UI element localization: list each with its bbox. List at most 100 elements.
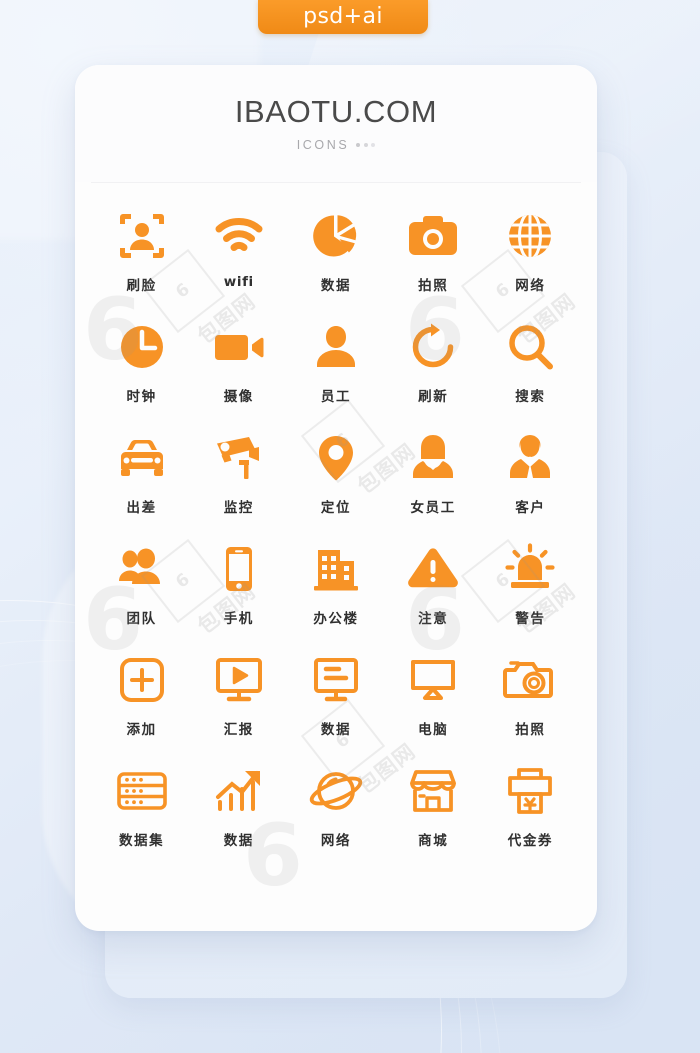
car-icon[interactable] [114, 429, 170, 487]
growth-chart-icon[interactable] [211, 762, 267, 820]
voucher-print-icon[interactable] [502, 762, 558, 820]
icon-cell[interactable]: wifi [190, 207, 287, 318]
icon-cell[interactable]: 刷脸 [93, 207, 190, 318]
icon-cell[interactable]: 汇报 [190, 651, 287, 762]
alarm-light-icon[interactable] [502, 540, 558, 598]
icon-label: 数据 [223, 833, 254, 849]
cctv-camera-icon[interactable] [211, 429, 267, 487]
psd-ai-badge-label: psd+ai [303, 4, 383, 29]
icon-label: 女员工 [410, 500, 456, 516]
icon-cell[interactable]: 出差 [93, 429, 190, 540]
icon-label: 拍照 [515, 722, 546, 738]
icon-label: 添加 [126, 722, 157, 738]
team-icon[interactable] [114, 540, 170, 598]
pie-chart-icon[interactable] [308, 207, 364, 265]
icon-label: 出差 [126, 500, 157, 516]
screenshot-root: 6 6 6 6 psd+ai IBAOTU.COM ICONS [0, 0, 700, 1053]
camera-solid-icon[interactable] [405, 207, 461, 265]
office-building-icon[interactable] [308, 540, 364, 598]
icon-cell[interactable]: 网络 [287, 762, 384, 873]
icon-cell[interactable]: 代金券 [482, 762, 579, 873]
icon-cell[interactable]: 监控 [190, 429, 287, 540]
icon-cell[interactable]: 电脑 [385, 651, 482, 762]
subtitle-dots-icon [356, 142, 376, 147]
icon-label: 代金券 [507, 833, 554, 849]
icon-label: 网络 [515, 278, 546, 294]
icon-cell[interactable]: 团队 [93, 540, 190, 651]
icon-label: 电脑 [418, 722, 449, 738]
card-header: IBAOTU.COM ICONS [75, 65, 597, 182]
icon-cell[interactable]: 客户 [482, 429, 579, 540]
icon-label: 办公楼 [313, 611, 359, 627]
database-stack-icon[interactable] [114, 762, 170, 820]
icon-cell[interactable]: 拍照 [385, 207, 482, 318]
icon-label: 摄像 [223, 389, 254, 405]
icon-label: 刷新 [418, 389, 449, 405]
face-scan-icon[interactable] [114, 207, 170, 265]
search-icon[interactable] [502, 318, 558, 376]
employee-icon[interactable] [308, 318, 364, 376]
monitor-data-icon[interactable] [308, 651, 364, 709]
video-camera-icon[interactable] [211, 318, 267, 376]
icon-cell[interactable]: 女员工 [385, 429, 482, 540]
icon-label: 刷脸 [126, 278, 157, 294]
icon-label: 警告 [515, 611, 546, 627]
planet-icon[interactable] [308, 762, 364, 820]
icon-cell[interactable]: 商城 [385, 762, 482, 873]
icon-label: 数据 [320, 278, 352, 294]
icon-label: 客户 [515, 500, 546, 516]
location-pin-icon[interactable] [308, 429, 364, 487]
mobile-phone-icon[interactable] [211, 540, 267, 598]
icon-cell[interactable]: 时钟 [93, 318, 190, 429]
icon-cell[interactable]: 数据 [287, 207, 384, 318]
refresh-icon[interactable] [405, 318, 461, 376]
client-suit-icon[interactable] [502, 429, 558, 487]
icon-cell[interactable]: 注意 [385, 540, 482, 651]
icon-cell[interactable]: 摄像 [190, 318, 287, 429]
icon-label: 监控 [223, 500, 254, 516]
icon-label: 搜索 [515, 389, 546, 405]
icon-cell[interactable]: 搜索 [482, 318, 579, 429]
icon-label: 员工 [320, 389, 352, 405]
icon-label: 数据集 [118, 833, 165, 849]
icon-cell[interactable]: 警告 [482, 540, 579, 651]
icon-cell[interactable]: 办公楼 [287, 540, 384, 651]
card-subtitle: ICONS [296, 137, 350, 152]
icon-label: 手机 [223, 611, 254, 627]
icon-label: 拍照 [418, 278, 449, 294]
subtitle-row: ICONS [297, 138, 376, 152]
psd-ai-badge: psd+ai [258, 0, 428, 34]
icon-label: 时钟 [126, 389, 157, 405]
store-shop-icon[interactable] [405, 762, 461, 820]
icon-set-card: IBAOTU.COM ICONS 刷脸 wifi 数据 拍照 网络 时钟 摄像 … [75, 65, 597, 931]
icon-label: 团队 [126, 611, 157, 627]
female-employee-icon[interactable] [405, 429, 461, 487]
icon-cell[interactable]: 添加 [93, 651, 190, 762]
icon-cell[interactable]: 拍照 [482, 651, 579, 762]
add-plus-icon[interactable] [114, 651, 170, 709]
icon-label: 注意 [418, 611, 449, 627]
icon-cell[interactable]: 手机 [190, 540, 287, 651]
icon-label: wifi [223, 274, 254, 290]
icon-cell[interactable]: 刷新 [385, 318, 482, 429]
icon-cell[interactable]: 员工 [287, 318, 384, 429]
camera-outline-icon[interactable] [502, 651, 558, 709]
icon-cell[interactable]: 数据 [190, 762, 287, 873]
warning-triangle-icon[interactable] [405, 540, 461, 598]
page-title: IBAOTU.COM [234, 93, 438, 129]
wifi-icon[interactable] [211, 207, 267, 265]
icon-cell[interactable]: 定位 [287, 429, 384, 540]
icon-grid: 刷脸 wifi 数据 拍照 网络 时钟 摄像 员工 刷新 搜索 出差 监控 定位… [75, 183, 597, 873]
globe-grid-icon[interactable] [502, 207, 558, 265]
icon-label: 定位 [320, 500, 352, 516]
icon-cell[interactable]: 网络 [482, 207, 579, 318]
icon-label: 数据 [320, 722, 352, 738]
clock-icon[interactable] [114, 318, 170, 376]
icon-label: 商城 [418, 833, 449, 849]
icon-cell[interactable]: 数据集 [93, 762, 190, 873]
icon-cell[interactable]: 数据 [287, 651, 384, 762]
monitor-play-icon[interactable] [211, 651, 267, 709]
icon-label: 网络 [320, 833, 352, 849]
computer-screen-icon[interactable] [405, 651, 461, 709]
icon-label: 汇报 [223, 722, 254, 738]
